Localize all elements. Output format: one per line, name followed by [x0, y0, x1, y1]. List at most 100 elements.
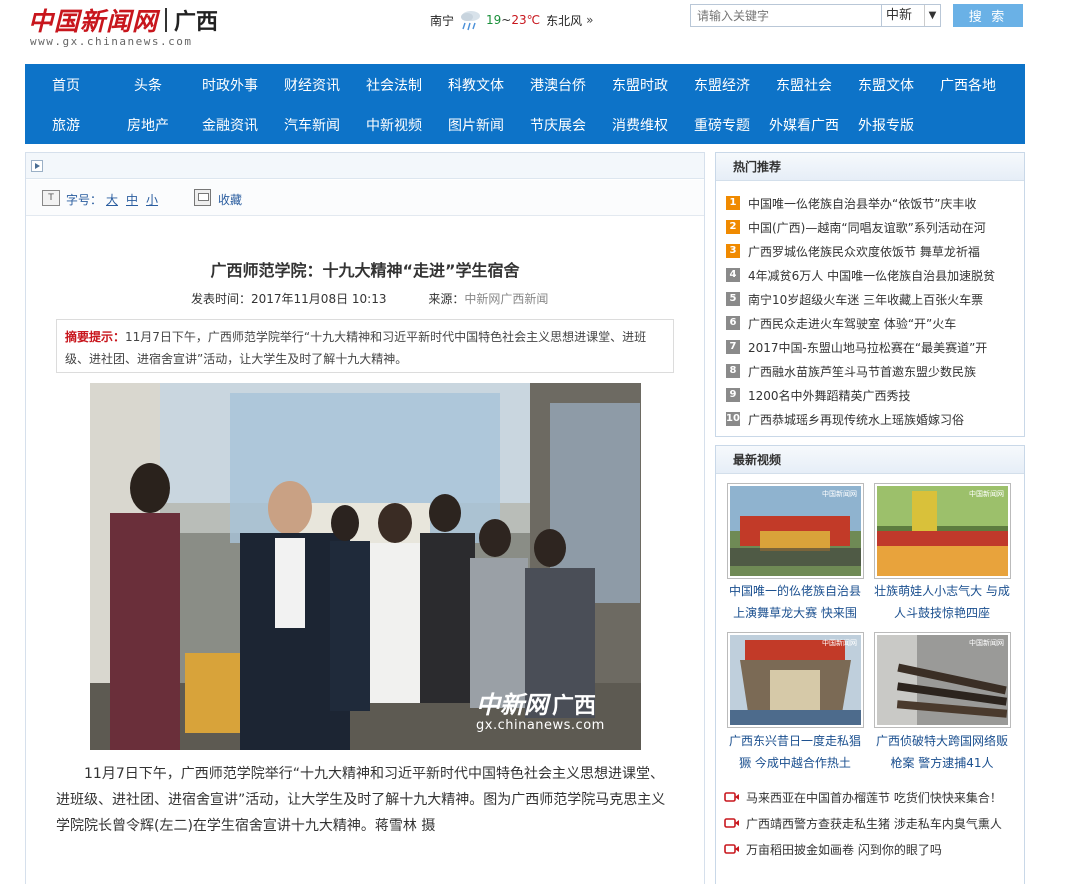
site-header: 中国新闻网 广西 www.gx.chinanews.com 南宁 19 ~ 23… — [0, 0, 1066, 64]
nav-item[interactable]: 东盟文体 — [845, 66, 927, 106]
nav-item[interactable]: 外媒看广西 — [763, 106, 845, 146]
thumb-logo: 中国新闻网 — [969, 490, 1004, 498]
hot-item-text: 1200名中外舞蹈精英广西秀技 — [748, 388, 911, 403]
video-caption[interactable]: 中国唯一的仫佬族自治县 上演舞草龙大赛 快来围 — [725, 580, 865, 624]
article-title: 广西师范学院：十九大精神“走进”学生宿舍 — [210, 261, 520, 280]
chevron-down-icon: ▼ — [924, 5, 940, 26]
list-item[interactable]: 1 中国唯一仫佬族自治县举办“依饭节”庆丰收 — [726, 191, 1021, 215]
thumb-logo: 中国新闻网 — [822, 639, 857, 647]
font-size-small-link[interactable]: 小 — [146, 191, 158, 208]
logo-url-text: www.gx.chinanews.com — [30, 35, 193, 48]
logo-divider — [165, 8, 167, 32]
caption-line: 上演舞草龙大赛 快来围 — [733, 606, 857, 620]
hot-item-text: 2017中国-东盟山地马拉松赛在“最美赛道”开 — [748, 340, 988, 355]
nav-item[interactable]: 社会法制 — [353, 66, 435, 106]
rank-badge: 7 — [726, 340, 740, 354]
latest-video-box: 最新视频 中国新闻网 中国唯一的仫佬族自治县 上演舞草龙大赛 快来围 中国新闻网… — [715, 445, 1025, 884]
source-value: 中新网广西新闻 — [464, 292, 549, 306]
video-camera-icon — [724, 791, 740, 803]
thumb-logo: 中国新闻网 — [969, 639, 1004, 647]
latest-video-title: 最新视频 — [716, 446, 1024, 474]
list-item[interactable]: 9 1200名中外舞蹈精英广西秀技 — [726, 383, 1021, 407]
nav-item[interactable]: 节庆展会 — [517, 106, 599, 146]
rank-badge: 1 — [726, 196, 740, 210]
weather-temp-sep: ~ — [501, 13, 512, 27]
rank-badge: 4 — [726, 268, 740, 282]
rank-badge: 2 — [726, 220, 740, 234]
weather-widget: 南宁 19 ~ 23℃ 东北风 » — [430, 8, 593, 32]
rank-badge: 3 — [726, 244, 740, 258]
watermark-region: 广西 — [552, 694, 597, 719]
nav-item[interactable]: 房地产 — [107, 106, 189, 146]
hot-recommend-title: 热门推荐 — [716, 153, 1024, 181]
list-item[interactable]: 2 中国(广西)—越南“同唱友谊歌”系列活动在河 — [726, 215, 1021, 239]
summary-text: 11月7日下午，广西师范学院举行“十九大精神和习近平新时代中国特色社会主义思想进… — [65, 330, 647, 366]
font-size-big-link[interactable]: 大 — [106, 191, 118, 208]
hot-item-text: 广西民众走进火车驾驶室 体验“开”火车 — [748, 316, 957, 331]
site-logo[interactable]: 中国新闻网 广西 www.gx.chinanews.com — [28, 2, 238, 48]
nav-item[interactable]: 广西各地 — [927, 66, 1009, 106]
weather-more-icon[interactable]: » — [586, 13, 593, 27]
list-item[interactable]: 万亩稻田披金如画卷 闪到你的眼了吗 — [724, 836, 1019, 862]
list-item[interactable]: 5 南宁10岁超级火车迷 三年收藏上百张火车票 — [726, 287, 1021, 311]
nav-item[interactable]: 重磅专题 — [681, 106, 763, 146]
nav-item[interactable]: 中新视频 — [353, 106, 435, 146]
video-caption[interactable]: 广西侦破特大跨国网络贩 枪案 警方逮捕41人 — [872, 730, 1012, 774]
nav-item[interactable]: 外报专版 — [845, 106, 927, 146]
photo-watermark: 中新网 广西 gx.chinanews.com — [476, 685, 605, 733]
list-item[interactable]: 8 广西融水苗族芦笙斗马节首邀东盟少数民族 — [726, 359, 1021, 383]
search-button[interactable]: 搜 索 — [953, 4, 1023, 27]
list-item[interactable]: 广西靖西警方查获走私生猪 涉走私车内臭气熏人 — [724, 810, 1019, 836]
list-item[interactable]: 马来西亚在中国首办榴莲节 吃货们快快来集合！ — [724, 784, 1019, 810]
list-item[interactable]: 7 2017中国-东盟山地马拉松赛在“最美赛道”开 — [726, 335, 1021, 359]
nav-item[interactable]: 图片新闻 — [435, 106, 517, 146]
search-input[interactable] — [690, 4, 882, 27]
favorite-link[interactable]: 收藏 — [218, 191, 242, 208]
article-column: T 字号： 大 中 小 收藏 广西师范学院：十九大精神“走进”学生宿舍 发表时间… — [25, 152, 705, 884]
nav-item[interactable]: 头条 — [107, 66, 189, 106]
nav-item[interactable]: 汽车新闻 — [271, 106, 353, 146]
rank-badge: 5 — [726, 292, 740, 306]
source-label: 来源： — [428, 292, 465, 306]
video-caption[interactable]: 壮族萌娃人小志气大 与成 人斗鼓技惊艳四座 — [872, 580, 1012, 624]
play-icon[interactable] — [31, 160, 43, 172]
video-list-text: 广西靖西警方查获走私生猪 涉走私车内臭气熏人 — [746, 816, 1002, 831]
hot-item-text: 中国唯一仫佬族自治县举办“依饭节”庆丰收 — [748, 196, 977, 211]
nav-item[interactable]: 东盟经济 — [681, 66, 763, 106]
favorite-icon[interactable] — [194, 189, 211, 206]
nav-item[interactable]: 科教文体 — [435, 66, 517, 106]
search-scope-select[interactable]: 中新 ▼ — [881, 4, 941, 27]
caption-line: 广西东兴昔日一度走私猖 — [728, 734, 861, 748]
video-thumbnail[interactable]: 中国新闻网 — [727, 483, 864, 579]
nav-item[interactable]: 港澳台侨 — [517, 66, 599, 106]
list-item[interactable]: 4 4年减贫6万人 中国唯一仫佬族自治县加速脱贫 — [726, 263, 1021, 287]
hot-item-text: 广西罗城仫佬族民众欢度依饭节 舞草龙祈福 — [748, 244, 980, 259]
font-size-label: 字号： — [66, 193, 103, 207]
nav-item[interactable]: 东盟社会 — [763, 66, 845, 106]
main-nav: 首页 头条 时政外事 财经资讯 社会法制 科教文体 港澳台侨 东盟时政 东盟经济… — [25, 64, 1025, 144]
video-thumbnail[interactable]: 中国新闻网 — [874, 632, 1011, 728]
font-size-medium-link[interactable]: 中 — [126, 191, 138, 208]
caption-line: 中国唯一的仫佬族自治县 — [728, 584, 861, 598]
nav-item[interactable]: 旅游 — [25, 106, 107, 146]
nav-item[interactable]: 东盟时政 — [599, 66, 681, 106]
list-item[interactable]: 10 广西恭城瑶乡再现传统水上瑶族婚嫁习俗 — [726, 407, 1021, 431]
nav-item[interactable]: 时政外事 — [189, 66, 271, 106]
video-thumbnail[interactable]: 中国新闻网 — [727, 632, 864, 728]
hot-item-text: 南宁10岁超级火车迷 三年收藏上百张火车票 — [748, 292, 984, 307]
hot-item-text: 广西恭城瑶乡再现传统水上瑶族婚嫁习俗 — [748, 412, 965, 427]
video-caption[interactable]: 广西东兴昔日一度走私猖 獗 今成中越合作热土 — [725, 730, 865, 774]
video-list-text: 马来西亚在中国首办榴莲节 吃货们快快来集合！ — [746, 790, 1002, 805]
video-thumbnail[interactable]: 中国新闻网 — [874, 483, 1011, 579]
nav-item[interactable]: 首页 — [25, 66, 107, 106]
nav-item[interactable]: 财经资讯 — [271, 66, 353, 106]
list-item[interactable]: 6 广西民众走进火车驾驶室 体验“开”火车 — [726, 311, 1021, 335]
nav-item[interactable]: 金融资讯 — [189, 106, 271, 146]
video-camera-icon — [724, 843, 740, 855]
nav-row-2: 旅游 房地产 金融资讯 汽车新闻 中新视频 图片新闻 节庆展会 消费维权 重磅专… — [25, 106, 1025, 146]
caption-line: 广西侦破特大跨国网络贩 — [875, 734, 1008, 748]
nav-item[interactable]: 消费维权 — [599, 106, 681, 146]
article-summary: 摘要提示：11月7日下午，广西师范学院举行“十九大精神和习近平新时代中国特色社会… — [56, 319, 674, 373]
rank-badge: 9 — [726, 388, 740, 402]
list-item[interactable]: 3 广西罗城仫佬族民众欢度依饭节 舞草龙祈福 — [726, 239, 1021, 263]
